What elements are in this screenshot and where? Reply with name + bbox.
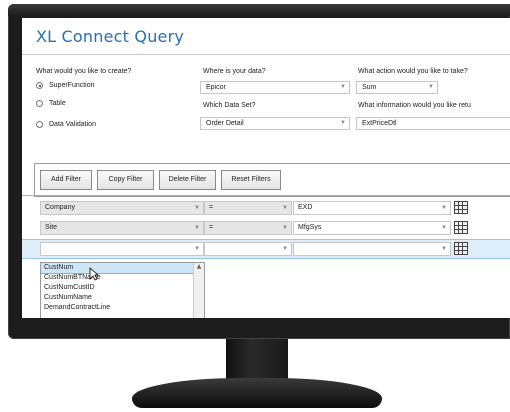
chevron-down-icon: ▼	[340, 84, 346, 90]
filter-value: EXD	[298, 204, 313, 211]
dropdown-item[interactable]: CustNumName	[41, 293, 204, 303]
filter-row: Site ▼ = ▼ MfgSys ▼	[34, 219, 510, 237]
grid-picker-icon[interactable]	[454, 201, 468, 214]
mouse-cursor-icon	[89, 267, 99, 281]
filter-field-value: Company	[45, 204, 75, 211]
chevron-down-icon: ▼	[194, 246, 200, 252]
radio-icon	[36, 100, 43, 107]
create-question: What would you like to create?	[36, 68, 132, 75]
filter-field-select[interactable]: Site ▼	[40, 221, 204, 235]
filter-value: MfgSys	[298, 224, 322, 231]
filter-row: Company ▼ = ▼ EXD ▼	[34, 199, 510, 217]
filter-operator-select[interactable]: = ▼	[204, 221, 292, 235]
dataset-question: Which Data Set?	[203, 102, 256, 109]
filter-operator-value: =	[209, 224, 214, 231]
action-question: What action would you like to take?	[358, 68, 468, 75]
dropdown-item[interactable]: DemandContractLine	[41, 303, 204, 313]
radio-label: Table	[49, 100, 66, 107]
grid-picker-icon[interactable]	[454, 221, 468, 234]
chevron-down-icon: ▼	[441, 205, 447, 211]
filter-value-select[interactable]: ▼	[293, 242, 451, 256]
monitor-stand-base	[132, 378, 382, 408]
add-filter-button[interactable]: Add Filter	[40, 170, 92, 190]
radio-label: Data Validation	[49, 121, 96, 128]
info-question: What information would you like retu	[358, 102, 471, 109]
grid-divider	[22, 195, 510, 196]
radio-table[interactable]: Table	[36, 100, 66, 107]
dataset-select[interactable]: Order Detail ▼	[200, 117, 350, 130]
filter-value-select[interactable]: MfgSys ▼	[293, 221, 451, 235]
radio-data-validation[interactable]: Data Validation	[36, 121, 96, 128]
chevron-down-icon: ▼	[441, 246, 447, 252]
filter-operator-value: =	[209, 204, 214, 211]
delete-filter-button[interactable]: Delete Filter	[159, 170, 216, 190]
filter-field-select[interactable]: ▼	[40, 242, 204, 256]
bezel-highlight	[8, 4, 510, 16]
field-dropdown-list: CustNum CustNumBTName CustNumCustID Cust…	[40, 262, 205, 318]
chevron-down-icon: ▼	[282, 246, 288, 252]
source-select-value: Epicor	[206, 84, 226, 91]
grid-picker-icon[interactable]	[454, 242, 468, 255]
chevron-down-icon: ▼	[340, 120, 346, 126]
dropdown-item[interactable]: CustNum	[41, 263, 204, 274]
source-question: Where is your data?	[203, 68, 266, 75]
action-select-value: Sum	[362, 84, 377, 91]
info-select-value: ExtPriceDtl	[362, 120, 397, 127]
chevron-down-icon: ▼	[282, 205, 288, 211]
dropdown-scrollbar[interactable]: ▲	[193, 263, 204, 318]
action-select[interactable]: Sum ▼	[356, 81, 438, 94]
chevron-down-icon: ▼	[441, 225, 447, 231]
filter-operator-select[interactable]: ▼	[204, 242, 292, 256]
info-select[interactable]: ExtPriceDtl	[356, 117, 510, 130]
chevron-down-icon: ▼	[194, 205, 200, 211]
filter-field-select[interactable]: Company ▼	[40, 201, 204, 215]
source-select[interactable]: Epicor ▼	[200, 81, 350, 94]
scroll-up-icon[interactable]: ▲	[194, 263, 204, 271]
reset-filters-button[interactable]: Reset Filters	[221, 170, 281, 190]
filter-field-value: Site	[45, 224, 58, 231]
app-title: XL Connect Query	[36, 27, 185, 46]
radio-label: SuperFunction	[49, 82, 95, 89]
chevron-down-icon: ▼	[282, 225, 288, 231]
dropdown-item[interactable]: CustNumCustID	[41, 283, 204, 293]
filter-value-select[interactable]: EXD ▼	[293, 201, 451, 215]
chevron-down-icon: ▼	[428, 84, 434, 90]
filter-operator-select[interactable]: = ▼	[204, 201, 292, 215]
filter-row-selected: ▼ ▼ ▼	[22, 239, 510, 259]
radio-selected-icon	[36, 82, 43, 89]
radio-icon	[36, 121, 43, 128]
copy-filter-button[interactable]: Copy Filter	[97, 170, 154, 190]
chevron-down-icon: ▼	[194, 225, 200, 231]
title-divider	[22, 54, 510, 55]
radio-superfunction[interactable]: SuperFunction	[36, 82, 95, 89]
dataset-select-value: Order Detail	[206, 120, 244, 127]
screen: XL Connect Query What would you like to …	[22, 18, 510, 318]
dropdown-item[interactable]: CustNumBTName	[41, 273, 204, 283]
